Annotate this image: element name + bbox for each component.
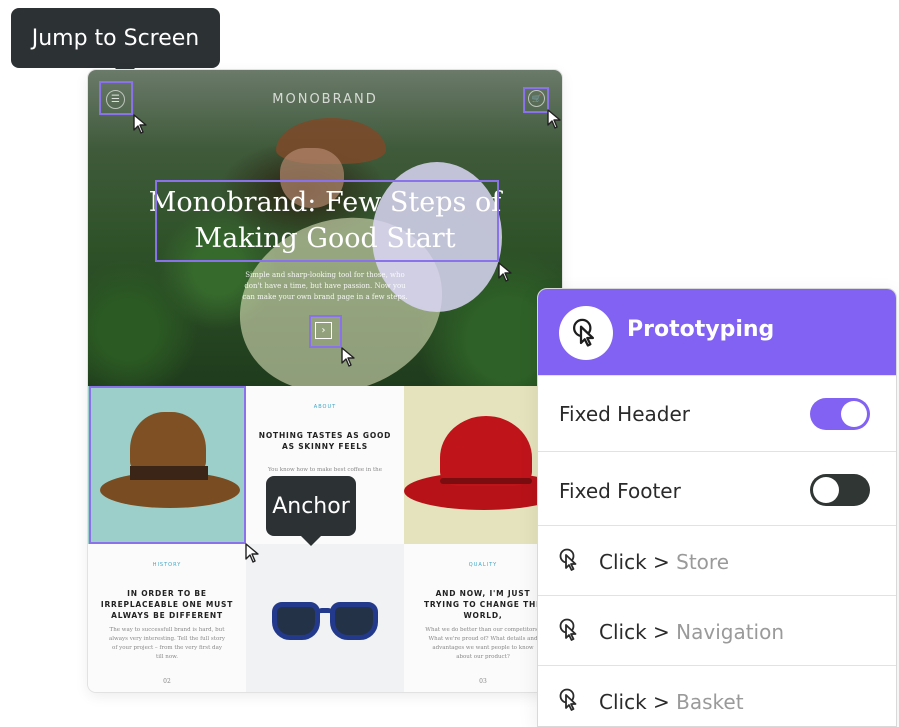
menu-icon[interactable]: ☰ — [106, 90, 125, 109]
pointer-click-icon — [559, 306, 613, 360]
pointer-click-icon-glyph — [573, 318, 594, 347]
cursor-icon — [341, 347, 355, 367]
action-separator: > — [653, 550, 670, 574]
history-tile: HISTORY IN ORDER TO BE IRREPLACEABLE ONE… — [88, 544, 246, 692]
pointer-click-icon — [559, 618, 577, 641]
hero-title[interactable]: Monobrand: Few Steps of Making Good Star… — [148, 185, 502, 257]
pointer-click-icon — [559, 548, 577, 571]
action-separator: > — [653, 690, 670, 714]
red-hat-crown — [440, 416, 532, 486]
fixed-header-label: Fixed Header — [559, 402, 691, 426]
history-body: The way to successfull brand is hard, bu… — [109, 627, 225, 660]
history-heading: IN ORDER TO BE IRREPLACEABLE ONE MUST AL… — [100, 589, 234, 620]
sunglasses-tile — [246, 544, 404, 692]
about-eyebrow: ABOUT — [313, 404, 337, 410]
about-heading: NOTHING TASTES AS GOOD AS SKINNY FEELS — [258, 431, 392, 451]
quality-heading: AND NOW, I'M JUST TRYING TO CHANGE THE W… — [423, 589, 543, 620]
action-target: Navigation — [676, 620, 785, 644]
brown-hat-crown — [130, 412, 206, 474]
panel-header: Prototyping — [538, 289, 896, 375]
action-target: Basket — [676, 690, 744, 714]
cursor-icon — [245, 543, 259, 563]
action-trigger: Click — [599, 550, 647, 574]
cursor-icon — [547, 109, 561, 129]
jump-to-screen-tooltip: Jump to Screen — [11, 8, 220, 78]
fixed-header-toggle[interactable] — [810, 398, 870, 430]
action-trigger: Click — [599, 690, 647, 714]
prototyping-panel: Prototyping Fixed Header Fixed Footer Cl… — [537, 288, 897, 727]
hero-subtitle: Simple and sharp-looking tool for those,… — [242, 271, 408, 301]
anchor-tooltip: Anchor — [266, 476, 356, 546]
site-brand-logo[interactable]: MONOBRAND — [88, 92, 562, 107]
action-separator: > — [653, 620, 670, 644]
red-hat-band — [440, 478, 532, 484]
action-trigger: Click — [599, 620, 647, 644]
right-lens — [330, 602, 378, 640]
action-label: Click > Store — [599, 550, 729, 574]
action-row-store[interactable]: Click > Store — [538, 525, 896, 595]
action-label: Click > Navigation — [599, 620, 784, 644]
brown-hat-tile[interactable] — [88, 386, 246, 544]
left-lens — [272, 602, 320, 640]
anchor-label: Anchor — [272, 493, 350, 519]
cursor-icon — [133, 114, 147, 134]
hero-next-button[interactable]: › — [315, 322, 332, 339]
panel-title: Prototyping — [627, 317, 775, 342]
action-row-basket[interactable]: Click > Basket — [538, 665, 896, 726]
pointer-click-icon — [559, 688, 577, 711]
cursor-icon — [498, 262, 512, 282]
cart-icon[interactable]: 🛒 — [528, 90, 545, 107]
hero-section: MONOBRAND ☰ 🛒 Monobrand: Few Steps of Ma… — [88, 70, 562, 386]
fixed-footer-toggle[interactable] — [810, 474, 870, 506]
action-label: Click > Basket — [599, 690, 744, 714]
history-eyebrow: HISTORY — [152, 562, 182, 568]
fixed-footer-row: Fixed Footer — [538, 451, 896, 525]
about-body: You know how to make best coffee in the — [268, 467, 382, 473]
toggle-knob — [841, 401, 867, 427]
jump-to-screen-label: Jump to Screen — [31, 25, 200, 51]
action-row-navigation[interactable]: Click > Navigation — [538, 595, 896, 665]
brown-hat-band — [130, 466, 208, 480]
history-number: 02 — [163, 678, 171, 685]
site-preview: MONOBRAND ☰ 🛒 Monobrand: Few Steps of Ma… — [88, 70, 562, 692]
action-target: Store — [676, 550, 730, 574]
sunglasses-image — [272, 602, 378, 642]
fixed-header-row: Fixed Header — [538, 375, 896, 451]
fixed-footer-label: Fixed Footer — [559, 479, 681, 503]
quality-body: What we do better than our competitors? … — [425, 627, 541, 660]
toggle-knob — [813, 477, 839, 503]
